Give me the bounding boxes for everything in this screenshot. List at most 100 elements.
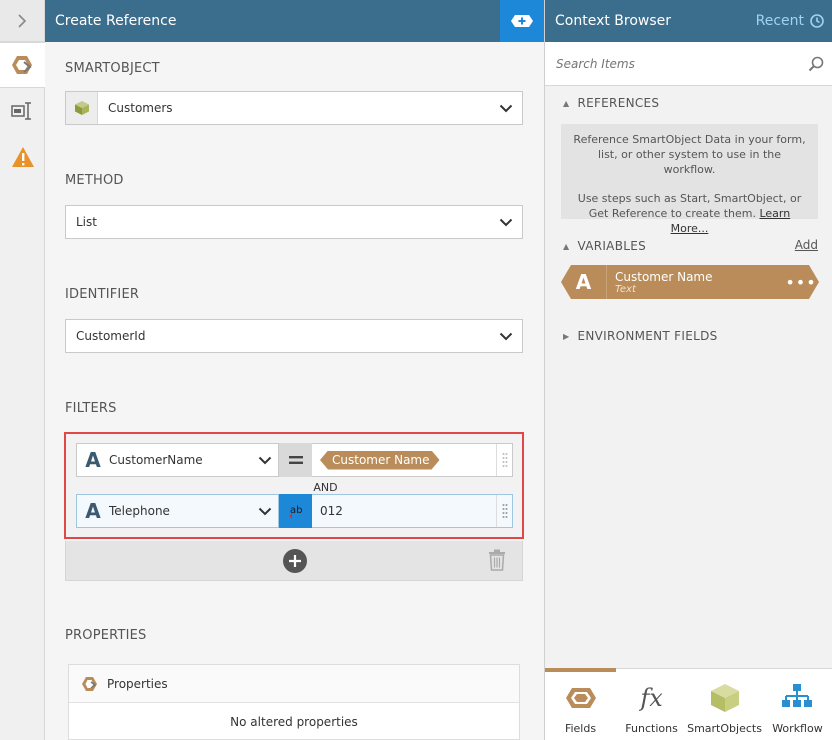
smartobjects-icon	[709, 680, 741, 716]
references-section-toggle[interactable]: ▲ REFERENCES	[563, 96, 659, 110]
chevron-down-icon	[252, 507, 278, 516]
reference-icon	[82, 676, 97, 691]
search-input[interactable]	[556, 56, 808, 71]
filter-operator-button[interactable]	[279, 443, 312, 477]
search-icon[interactable]	[808, 56, 824, 72]
variable-chip[interactable]: Customer Name	[320, 451, 440, 470]
equals-icon	[288, 456, 303, 464]
filter-value-field[interactable]: Customer Name	[312, 443, 513, 477]
text-type-icon: A	[561, 265, 607, 299]
collapse-triangle-icon: ▲	[563, 98, 570, 108]
filter-row: A CustomerName Customer Name	[76, 443, 513, 477]
warning-icon	[11, 147, 34, 167]
text-type-icon: A	[85, 448, 101, 472]
add-variable-link[interactable]: Add	[795, 238, 818, 252]
create-reference-panel: Create Reference SMARTOBJECT Customers M…	[45, 0, 544, 740]
smartobject-select[interactable]: Customers	[65, 91, 523, 125]
tab-smartobjects-label: SmartObjects	[687, 722, 762, 735]
search-bar	[545, 42, 832, 86]
expand-triangle-icon: ▶	[563, 331, 570, 341]
filter-field-name: CustomerName	[109, 453, 203, 467]
tab-smartobjects[interactable]: SmartObjects	[687, 669, 762, 740]
add-reference-icon	[511, 15, 533, 27]
rail-properties-button[interactable]	[0, 88, 45, 134]
context-browser: Context Browser Recent ▲ REFERENCES Refe…	[544, 0, 832, 740]
fields-icon	[565, 680, 597, 716]
drag-handle-icon[interactable]	[496, 495, 512, 527]
add-reference-button[interactable]	[500, 0, 544, 42]
chevron-down-icon	[490, 104, 522, 113]
text-operator-icon: ab	[288, 505, 302, 519]
properties-empty-text: No altered properties	[230, 714, 358, 729]
method-select[interactable]: List	[65, 205, 523, 239]
add-filter-button[interactable]	[283, 549, 307, 573]
reference-icon	[11, 56, 32, 74]
tab-workflow[interactable]: Workflow	[762, 669, 832, 740]
filter-row: A Telephone ab 012	[76, 494, 513, 528]
variable-item[interactable]: A Customer Name Text •••	[561, 265, 819, 299]
chevron-right-icon	[18, 13, 27, 28]
workflow-icon	[781, 680, 813, 716]
properties-box: Properties No altered properties	[68, 664, 520, 740]
tab-workflow-label: Workflow	[772, 722, 823, 735]
variable-name: Customer Name	[615, 269, 713, 284]
identifier-value: CustomerId	[76, 329, 146, 343]
smartobject-cube-icon	[66, 92, 98, 124]
expand-button[interactable]	[0, 0, 44, 42]
panel-header: Create Reference	[45, 0, 544, 42]
environment-label: ENVIRONMENT FIELDS	[577, 329, 718, 343]
identifier-label: IDENTIFIER	[65, 287, 140, 302]
filter-value-text: 012	[320, 504, 343, 518]
left-rail	[0, 0, 46, 740]
collapse-triangle-icon: ▲	[563, 241, 570, 251]
filter-field-name: Telephone	[109, 504, 170, 518]
references-info-text-2: Use steps such as Start, SmartObject, or…	[577, 192, 802, 235]
variables-section-toggle[interactable]: ▲ VARIABLES	[563, 239, 646, 253]
context-browser-header: Context Browser Recent	[545, 0, 832, 42]
functions-icon: fx	[640, 684, 663, 712]
method-value: List	[76, 215, 97, 229]
references-label: REFERENCES	[577, 96, 660, 110]
filters-label: FILTERS	[65, 401, 117, 416]
context-browser-title: Context Browser	[555, 13, 672, 29]
chevron-down-icon	[490, 332, 522, 341]
references-info-text-1: Reference SmartObject Data in your form,…	[573, 133, 806, 176]
panel-title: Create Reference	[55, 13, 177, 29]
environment-section-toggle[interactable]: ▶ ENVIRONMENT FIELDS	[563, 329, 718, 343]
smartobject-value: Customers	[108, 101, 173, 115]
references-info: Reference SmartObject Data in your form,…	[561, 124, 818, 235]
smartobject-label: SMARTOBJECT	[65, 61, 160, 76]
filter-value-field[interactable]: 012	[312, 494, 513, 528]
chevron-down-icon	[252, 456, 278, 465]
rail-reference-button[interactable]	[0, 42, 46, 88]
tab-fields-label: Fields	[564, 722, 597, 735]
chevron-down-icon	[490, 218, 522, 227]
filter-footer	[65, 541, 523, 581]
delete-filter-button[interactable]	[488, 549, 506, 574]
drag-handle-icon[interactable]	[496, 444, 512, 476]
recent-button[interactable]: Recent	[756, 13, 824, 29]
context-tabs: Fields fx Functions SmartObjects Workflo…	[545, 668, 832, 740]
tab-functions[interactable]: fx Functions	[616, 669, 687, 740]
properties-header-label: Properties	[107, 676, 168, 691]
properties-panel-icon	[10, 102, 31, 120]
properties-header[interactable]: Properties	[69, 665, 519, 703]
properties-label: PROPERTIES	[65, 628, 147, 643]
trash-icon	[489, 549, 505, 571]
plus-icon	[289, 555, 301, 567]
recent-label: Recent	[755, 13, 804, 29]
more-options-icon[interactable]: •••	[783, 273, 819, 292]
tab-functions-label: Functions	[625, 722, 678, 735]
filter-field-select[interactable]: A CustomerName	[76, 443, 279, 477]
filter-conjunction[interactable]: AND	[309, 481, 342, 494]
filter-field-select[interactable]: A Telephone	[76, 494, 279, 528]
variables-label: VARIABLES	[577, 239, 647, 253]
identifier-select[interactable]: CustomerId	[65, 319, 523, 353]
tab-fields[interactable]: Fields	[545, 668, 617, 740]
text-type-icon: A	[85, 499, 101, 523]
filter-operator-button[interactable]: ab	[279, 494, 312, 528]
rail-warning-button[interactable]	[0, 134, 45, 180]
filters-container: A CustomerName Customer Name AND A Telep…	[64, 432, 524, 539]
clock-icon	[810, 14, 824, 28]
variable-type: Text	[615, 283, 636, 295]
